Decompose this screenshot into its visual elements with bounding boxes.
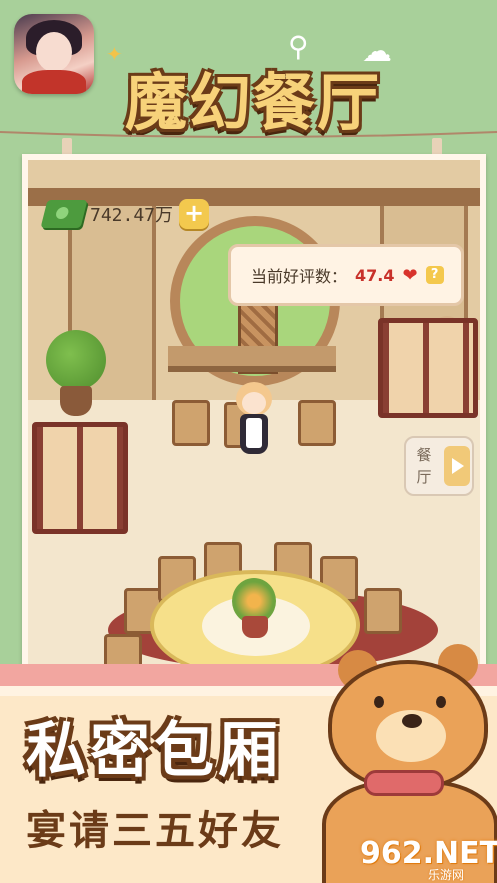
chair xyxy=(172,400,210,446)
money-stack-icon xyxy=(40,200,88,228)
character-face xyxy=(36,32,72,72)
maid-character[interactable] xyxy=(232,382,276,466)
bear-eye xyxy=(436,696,446,708)
character-gown xyxy=(22,70,86,94)
slogan-sub: 宴请三五好友 xyxy=(26,808,284,854)
add-money-button[interactable]: + xyxy=(179,199,210,229)
rating-value: 47.4 xyxy=(355,265,395,285)
watermark-main: 962.NET xyxy=(360,836,497,871)
arrow-right-icon xyxy=(444,446,470,486)
hanging-rope xyxy=(0,131,497,138)
maid-face xyxy=(242,392,266,414)
tab-label-line1: 餐 xyxy=(416,446,432,464)
chair xyxy=(298,400,336,446)
window-sill xyxy=(168,346,336,372)
bow-tie-icon xyxy=(364,770,444,796)
watermark-sub: 乐游网 xyxy=(428,868,465,882)
restaurant-tab-label: 餐 厅 xyxy=(412,444,436,488)
site-watermark: 962.NET 乐游网 xyxy=(360,836,497,882)
game-title: 魔幻餐厅 xyxy=(124,66,381,139)
folding-screen xyxy=(378,318,478,418)
slogan-main: 私密包厢 xyxy=(26,716,282,786)
tab-label-line2: 厅 xyxy=(416,468,432,486)
question-icon[interactable]: ? xyxy=(425,266,444,284)
plant-leaves xyxy=(46,330,106,390)
restaurant-tab[interactable]: 餐 厅 xyxy=(404,436,474,496)
chair xyxy=(364,588,402,634)
bear-eye xyxy=(374,696,384,708)
maid-apron xyxy=(246,418,262,448)
plant-pot xyxy=(60,386,92,416)
rating-panel: 当前好评数： 47.4 ❤ ? xyxy=(228,244,464,306)
folding-screen xyxy=(32,422,128,534)
money-value: 742.47万 xyxy=(90,205,174,226)
flower-pot xyxy=(242,616,268,638)
app-screenshot: ✦ ⚲ ☁ 魔幻餐厅 742.47万 + 当前好评数： 47.4 ❤ ? 餐 厅… xyxy=(0,0,497,883)
app-icon xyxy=(14,14,94,94)
money-bar: 742.47万 + xyxy=(40,198,210,230)
game-logo: ✦ ⚲ ☁ 魔幻餐厅 xyxy=(106,30,398,139)
heart-icon: ❤ xyxy=(402,264,418,286)
potted-plant xyxy=(46,330,106,420)
rating-label: 当前好评数： xyxy=(251,267,348,286)
bear-nose xyxy=(402,714,422,728)
game-scene: 742.47万 + 当前好评数： 47.4 ❤ ? ❀ xyxy=(22,154,486,676)
